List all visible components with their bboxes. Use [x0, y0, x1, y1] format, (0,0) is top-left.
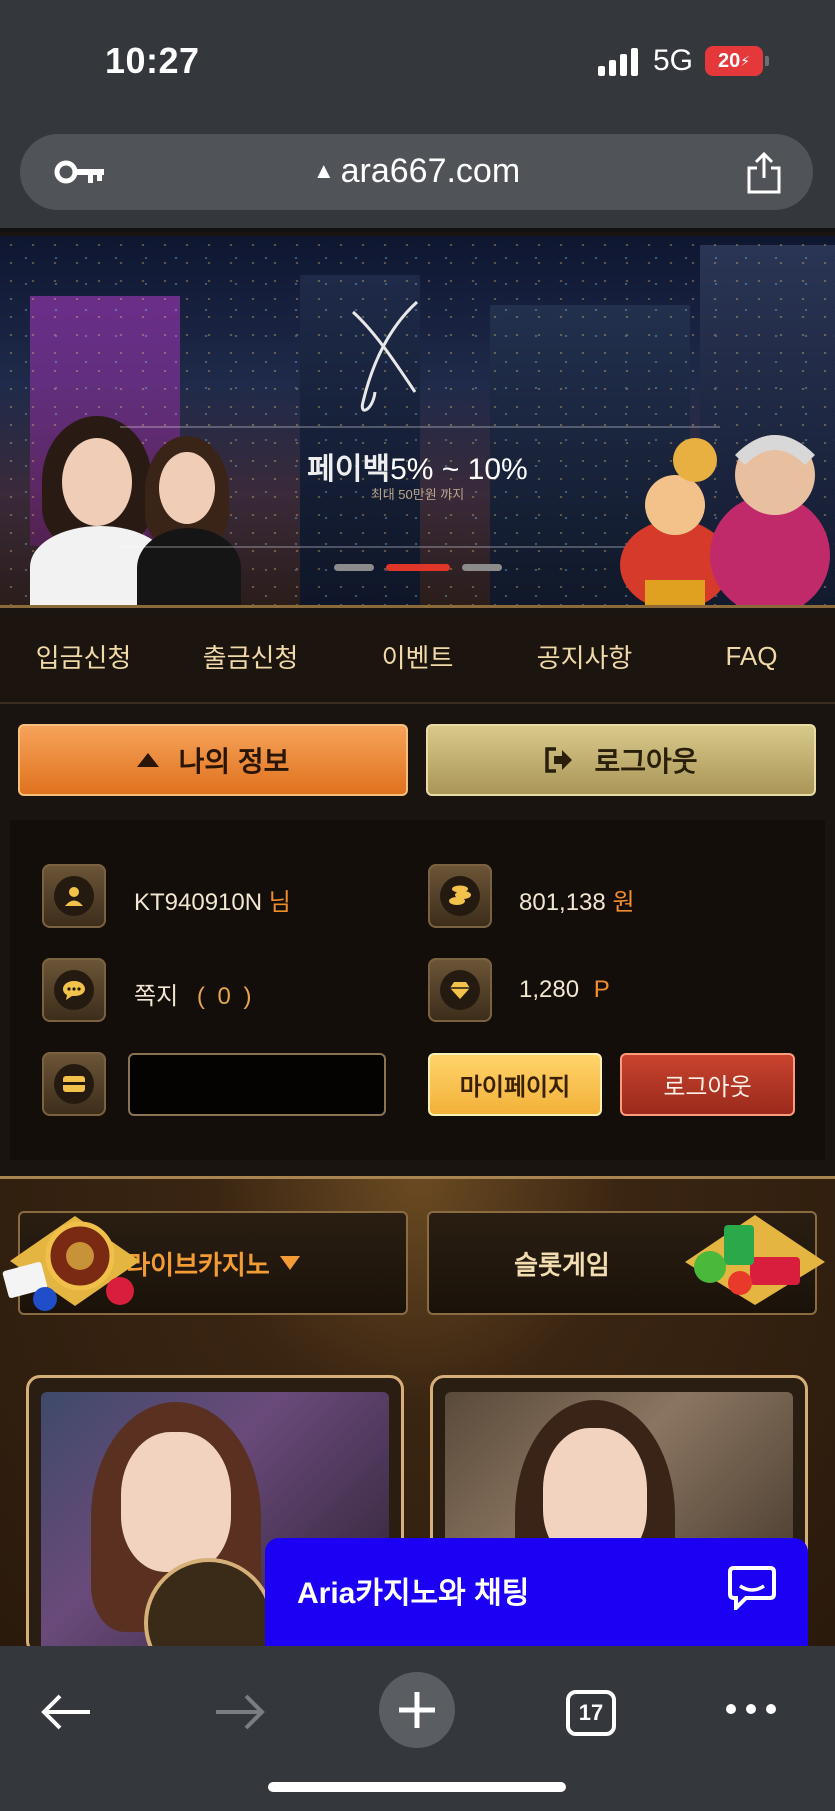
points-unit: P	[593, 976, 610, 1003]
carousel-dot-active[interactable]	[386, 564, 450, 571]
carousel-dot[interactable]	[334, 564, 374, 571]
honorific: 님	[268, 889, 291, 916]
slot-games-label: 슬롯게임	[514, 1249, 610, 1280]
nav-item-deposit[interactable]: 입금신청	[0, 610, 167, 702]
caret-down-icon	[279, 1256, 300, 1270]
home-indicator	[268, 1782, 566, 1792]
messages-label: 쪽지	[134, 983, 179, 1010]
nav-item-event[interactable]: 이벤트	[334, 610, 501, 702]
main-nav: 입금신청 출금신청 이벤트 공지사항 FAQ	[0, 610, 835, 704]
username-display: KT940910N 님	[134, 882, 291, 917]
nav-item-faq[interactable]: FAQ	[668, 610, 835, 702]
message-icon[interactable]	[42, 958, 106, 1022]
new-tab-button[interactable]	[379, 1672, 455, 1748]
balance-display: 801,138 원	[519, 882, 635, 917]
tabs-button[interactable]: 17	[566, 1690, 616, 1736]
url-display[interactable]: ▲ ara667.com	[20, 152, 813, 191]
share-icon[interactable]	[743, 150, 785, 194]
nav-item-notice[interactable]: 공지사항	[501, 610, 668, 702]
diamond-icon	[428, 958, 492, 1022]
roulette-icon	[2, 1216, 140, 1311]
points-display: 1,280 P	[519, 976, 610, 1004]
network-type: 5G	[653, 44, 694, 77]
caret-up-icon	[136, 753, 159, 767]
nav-item-withdraw[interactable]: 출금신청	[167, 610, 334, 702]
chat-bubble-icon	[728, 1566, 776, 1610]
coins-icon	[428, 864, 492, 928]
username: KT940910N	[134, 889, 263, 916]
account-panel: KT940910N 님 801,138 원 쪽지 ( 0 ) 1,280 P 마…	[10, 820, 825, 1160]
carousel-dot[interactable]	[462, 564, 502, 571]
status-time: 10:27	[105, 40, 200, 81]
chat-widget[interactable]: Aria카지노와 채팅	[265, 1538, 808, 1646]
account-actions: 나의 정보 로그아웃	[18, 724, 816, 796]
logout-label: 로그아웃	[594, 746, 698, 777]
card-icon	[42, 1052, 106, 1116]
slot-machine-icon	[685, 1215, 825, 1305]
logout-button-top[interactable]: 로그아웃	[426, 724, 816, 796]
address-bar[interactable]: ▲ ara667.com	[20, 134, 813, 210]
more-icon[interactable]	[726, 1704, 776, 1714]
status-bar: 10:27 5G 20 ⚡	[0, 0, 835, 120]
promo-banner[interactable]: 페이백5% ~ 10% 최대 50만원 까지	[0, 236, 835, 608]
promo-bold: 페이백	[307, 453, 391, 486]
user-icon	[42, 864, 106, 928]
page: 10:27 5G 20 ⚡ ▲ ara667.com 페이백5% ~ 10% 최…	[0, 0, 835, 1811]
warning-icon: ▲	[312, 158, 335, 183]
promo-rate: 5% ~ 10%	[390, 453, 528, 486]
logout-button[interactable]: 로그아웃	[620, 1053, 795, 1116]
browser-header: ▲ ara667.com	[0, 120, 835, 232]
mypage-button[interactable]: 마이페이지	[428, 1053, 602, 1116]
back-arrow-icon[interactable]	[40, 1692, 92, 1732]
banner-characters-image	[620, 435, 830, 605]
url-text: ara667.com	[340, 152, 521, 190]
plus-icon	[399, 1692, 435, 1728]
carousel-indicator	[334, 564, 502, 571]
signal-icon	[598, 48, 638, 76]
logout-icon	[545, 747, 573, 773]
my-info-label: 나의 정보	[178, 746, 290, 777]
my-info-button[interactable]: 나의 정보	[18, 724, 408, 796]
battery-level: 20	[717, 49, 741, 72]
messages-display[interactable]: 쪽지 ( 0 )	[134, 976, 255, 1011]
code-input[interactable]	[128, 1053, 386, 1116]
points: 1,280	[519, 976, 580, 1003]
battery-icon: 20 ⚡	[705, 46, 769, 76]
currency: 원	[612, 889, 635, 916]
chat-label: Aria카지노와 채팅	[297, 1577, 530, 1610]
messages-count: ( 0 )	[196, 983, 255, 1010]
balance: 801,138	[519, 889, 606, 916]
forward-arrow-icon[interactable]	[214, 1692, 266, 1732]
brand-logo-icon	[351, 300, 419, 412]
